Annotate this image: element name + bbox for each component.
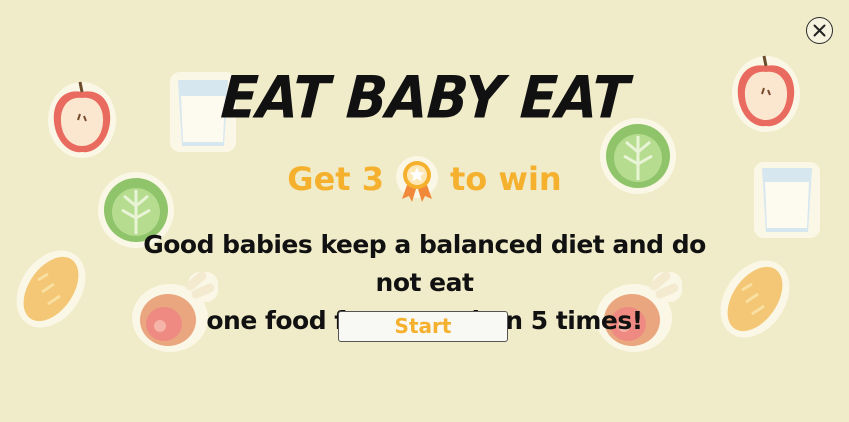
- start-button[interactable]: Start: [338, 311, 508, 342]
- close-icon: [813, 24, 826, 37]
- win-goal: Get 3 to win: [0, 154, 849, 204]
- bread-icon: [720, 260, 790, 338]
- instructions-line-1: Good babies keep a balanced diet and do …: [143, 230, 706, 297]
- game-start-screen: EAT BABY EAT Get 3 to win Good babies ke…: [0, 0, 849, 422]
- bread-icon: [16, 250, 86, 328]
- goal-prefix: Get 3: [287, 160, 384, 198]
- goal-suffix: to win: [449, 160, 562, 198]
- close-button[interactable]: [806, 17, 833, 44]
- game-title: EAT BABY EAT: [219, 63, 630, 132]
- award-badge-icon: [395, 156, 438, 202]
